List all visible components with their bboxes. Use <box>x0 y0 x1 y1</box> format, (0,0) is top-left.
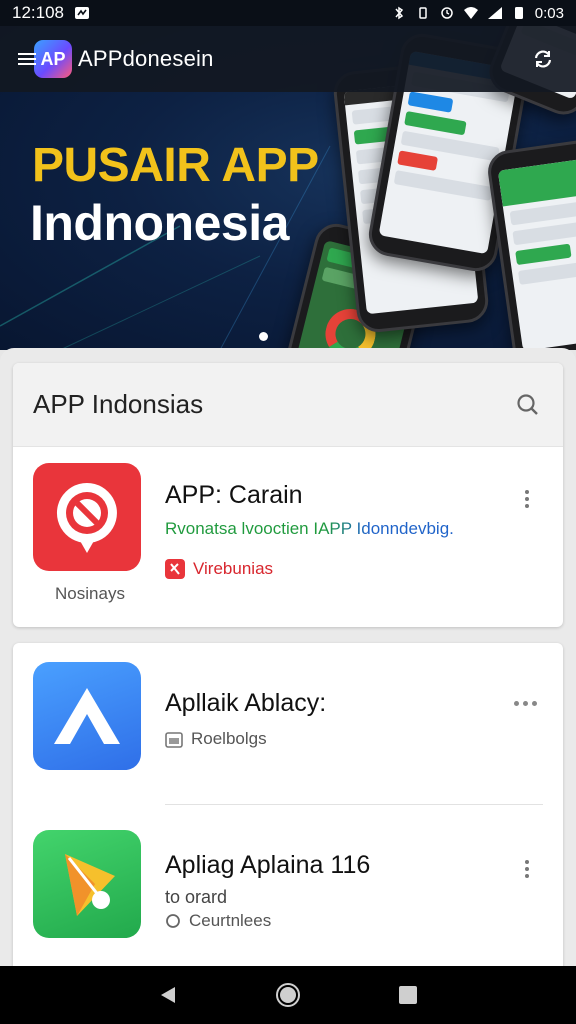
hero-banner[interactable]: AP APPdonesein PUSAIR APP Indnonesia <box>0 26 576 350</box>
carousel-indicator[interactable] <box>259 332 268 341</box>
app-tag: Roelbolgs <box>165 729 267 749</box>
app-title: APPdonesein <box>78 46 214 71</box>
hero-subheadline: Indnonesia <box>30 195 289 251</box>
app-icon-blue[interactable] <box>33 662 141 770</box>
app-logo-text: AP <box>40 48 66 69</box>
app-icon-red[interactable] <box>33 463 141 571</box>
calendar-icon <box>165 732 183 748</box>
app-tag-label: Virebunias <box>193 559 274 578</box>
app-tag: Virebunias <box>165 559 273 579</box>
more-vert-icon[interactable] <box>517 857 537 881</box>
status-bar: 12:108 0:03 <box>0 0 576 26</box>
list-divider <box>165 804 543 805</box>
hero-headline: PUSAIR APP <box>32 139 319 192</box>
app-name: Apliag Aplaina 116 <box>165 851 371 879</box>
app-tag-label: Roelbolgs <box>191 729 267 748</box>
notification-icon <box>75 7 89 19</box>
blocked-icon <box>56 483 117 553</box>
play-arrow-icon <box>65 854 115 916</box>
app-tag-label: Ceurtnlees <box>189 911 272 930</box>
app-name: Apllaik Ablacy: <box>165 689 327 717</box>
circle-icon <box>166 914 180 928</box>
battery-text: 0:03 <box>534 4 564 22</box>
app-subtitle: to orard <box>165 887 228 907</box>
app-description: Rvonatsa lvooctien IAPP Idonndevbig. <box>165 519 454 538</box>
app-name: APP: Carain <box>165 481 303 509</box>
app-bar: AP APPdonesein <box>0 26 576 92</box>
back-icon[interactable] <box>148 975 188 1015</box>
app-icon-green[interactable] <box>33 830 141 938</box>
more-horiz-icon[interactable] <box>508 693 542 713</box>
section-header: APP Indonsias <box>13 363 563 447</box>
section-title: APP Indonsias <box>33 389 204 419</box>
search-icon[interactable] <box>513 390 543 420</box>
home-icon[interactable] <box>268 975 308 1015</box>
system-nav-bar <box>0 966 576 1024</box>
app-tag: Ceurtnlees <box>165 911 271 931</box>
alarm-icon <box>441 7 453 19</box>
wifi-icon <box>463 7 478 19</box>
app-caption: Nosinays <box>55 584 125 603</box>
tag-icon <box>165 559 185 579</box>
battery-icon <box>514 7 523 19</box>
sync-icon[interactable] <box>526 42 560 76</box>
status-time: 12:108 <box>12 3 64 22</box>
recents-icon[interactable] <box>388 975 428 1015</box>
triangle-logo-icon <box>54 688 120 744</box>
menu-icon[interactable] <box>18 51 40 67</box>
bluetooth-icon <box>395 6 403 20</box>
signal-icon <box>487 7 502 19</box>
featured-card: APP Indonsias Nosinays APP: Carain Rvona… <box>13 363 563 627</box>
vibrate-icon <box>419 7 427 19</box>
app-list-card: Apllaik Ablacy: Roelbolgs Apliag Aplaina… <box>13 643 563 973</box>
more-vert-icon[interactable] <box>517 487 537 511</box>
